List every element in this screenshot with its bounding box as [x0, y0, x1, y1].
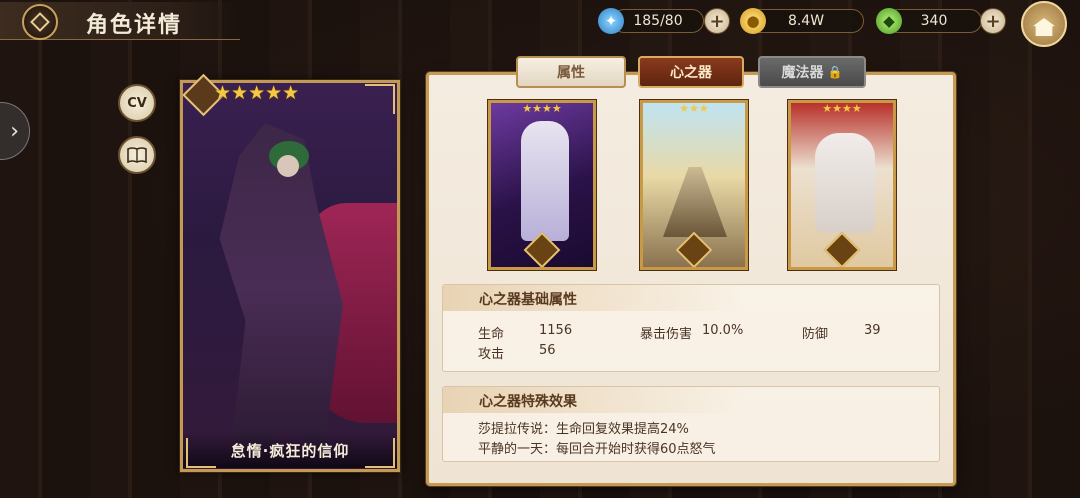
character-stars: ★★★★★: [214, 82, 299, 104]
heart-vessel-card[interactable]: ★★★★: [788, 100, 896, 270]
tab-label: 属性: [557, 65, 585, 81]
defense-value: 39: [864, 323, 881, 338]
stamina-drop-icon: ✦: [598, 8, 624, 34]
card-illustration: [815, 133, 875, 233]
effect-line: 莎提拉传说：生命回复效果提高24%: [478, 422, 689, 437]
section-title: 心之器特殊效果: [479, 394, 577, 410]
crit-damage-label: 暴击伤害: [640, 327, 693, 342]
gem-value: 340: [920, 13, 948, 29]
page-title: 角色详情: [86, 13, 183, 38]
story-book-button[interactable]: [118, 136, 156, 174]
top-bar: 角色详情 185/80 ✦ + 8.4W ● 340 ◆ +: [0, 0, 1080, 47]
stamina-counter: 185/80: [612, 9, 704, 33]
chevron-right-icon: ›: [10, 118, 19, 144]
section-title: 心之器基础属性: [479, 292, 577, 308]
lock-icon: 🔒: [827, 65, 843, 79]
book-icon: [127, 147, 147, 163]
character-illustration: [219, 123, 343, 453]
tab-attributes[interactable]: 属性: [516, 56, 626, 88]
defense-label: 防御: [802, 327, 829, 342]
character-face: [277, 155, 299, 177]
hp-value: 1156: [539, 323, 573, 338]
tab-magic-item[interactable]: 魔法器 🔒: [758, 56, 866, 88]
attack-value: 56: [539, 343, 556, 358]
cv-voice-button[interactable]: CV: [118, 84, 156, 122]
back-button[interactable]: [22, 4, 58, 40]
card-illustration: [663, 167, 727, 237]
card-stars: ★★★★: [822, 102, 862, 115]
tab-heart-vessel[interactable]: 心之器: [638, 56, 744, 88]
hammer-emblem-icon: [823, 231, 861, 267]
cv-label: CV: [127, 95, 147, 111]
card-corner-ornament: [365, 84, 395, 114]
crit-damage-value: 10.0%: [702, 323, 744, 338]
attack-label: 攻击: [478, 347, 505, 362]
tab-label: 心之器: [670, 65, 712, 81]
card-corner-ornament: [365, 438, 395, 468]
add-stamina-button[interactable]: +: [704, 8, 730, 34]
heart-vessel-card[interactable]: ★★★★: [488, 100, 596, 270]
add-gem-button[interactable]: +: [980, 8, 1006, 34]
home-button[interactable]: [1021, 1, 1067, 47]
gold-value: 8.4W: [787, 13, 825, 29]
character-card[interactable]: [180, 80, 400, 472]
gem-crystal-icon: ◆: [876, 8, 902, 34]
card-stars: ★★★: [679, 102, 709, 115]
tab-label: 魔法器: [781, 65, 824, 81]
back-diamond-icon: [30, 12, 50, 32]
effect-line: 平静的一天：每回合开始时获得60点怒气: [478, 442, 716, 457]
card-stars: ★★★★: [522, 102, 562, 115]
hp-label: 生命: [478, 327, 505, 342]
home-icon: [1033, 18, 1055, 36]
gold-coin-icon: ●: [740, 8, 766, 34]
card-illustration: [521, 121, 569, 241]
card-corner-ornament: [186, 438, 216, 468]
star-rating: ★★★★★: [214, 82, 300, 104]
heart-vessel-card[interactable]: ★★★: [640, 100, 748, 270]
hammer-emblem-icon: [675, 231, 713, 267]
stamina-value: 185/80: [633, 13, 683, 29]
